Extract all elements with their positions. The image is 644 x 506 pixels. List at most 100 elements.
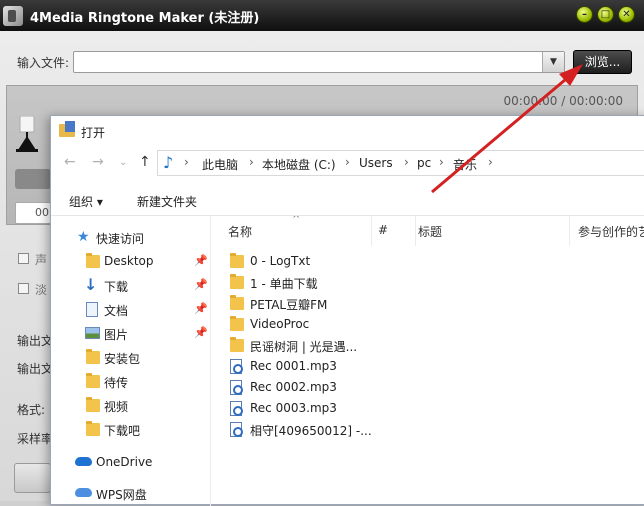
nav-item-label: 图片 (104, 328, 129, 342)
browse-button[interactable]: 浏览... (573, 50, 632, 74)
dialog-nav-bar: ← → ⌄ ↑ ♪ › 此电脑 › 本地磁盘 (C:) › Users › pc… (51, 150, 644, 178)
chevron-right-icon[interactable]: › (249, 155, 254, 169)
nav-item-quick-access[interactable]: ★ 快速访问 (51, 226, 211, 250)
file-name: 民谣树洞 | 光是遇... (250, 340, 358, 354)
pin-icon[interactable]: 📌 (194, 302, 208, 315)
folder-icon (230, 253, 244, 268)
nav-item-documents[interactable]: 文档 📌 (51, 298, 211, 322)
chevron-right-icon[interactable]: › (488, 155, 493, 169)
nav-item-pending[interactable]: 待传 (51, 370, 211, 394)
cloud-icon (75, 488, 92, 497)
app-side-field[interactable]: 00 (15, 202, 51, 224)
input-file-combo[interactable]: ▼ (73, 51, 565, 73)
file-row[interactable]: PETAL豆瓣FM (228, 293, 644, 314)
breadcrumb-pc[interactable]: pc (417, 156, 431, 170)
picture-icon (85, 327, 100, 339)
file-name: 0 - LogTxt (250, 254, 311, 268)
file-row[interactable]: 1 - 单曲下载 (228, 272, 644, 293)
app-format-label: 格式: (17, 403, 46, 417)
folder-icon (86, 349, 100, 364)
file-name: PETAL豆瓣FM (250, 298, 328, 312)
forward-arrow-icon[interactable]: → (92, 154, 104, 170)
app-checkbox-1-label: 声 (35, 253, 48, 267)
folder-icon (230, 337, 244, 352)
chevron-right-icon[interactable]: › (184, 155, 189, 169)
nav-item-label: 快速访问 (96, 232, 145, 246)
app-output-label-2: 输出文 (17, 362, 54, 376)
nav-item-xiazaiba[interactable]: 下载吧 (51, 418, 211, 442)
column-header-name[interactable]: 名称 (228, 216, 372, 246)
file-row[interactable]: Rec 0003.mp3 (228, 398, 644, 419)
pin-icon[interactable]: 📌 (194, 254, 208, 267)
file-name: Rec 0003.mp3 (250, 401, 337, 415)
breadcrumb-this-pc[interactable]: 此电脑 (202, 156, 238, 173)
download-icon: ↓ (84, 275, 98, 294)
chevron-right-icon[interactable]: › (439, 155, 444, 169)
folder-icon (86, 421, 100, 436)
maximize-button[interactable]: □ (597, 6, 614, 23)
pin-icon[interactable]: 📌 (194, 278, 208, 291)
column-header-number[interactable]: # (378, 216, 416, 246)
audio-file-icon (230, 401, 243, 416)
folder-icon (230, 274, 244, 289)
app-output-label-1: 输出文 (17, 334, 54, 348)
close-button[interactable]: ✕ (618, 6, 635, 23)
file-row[interactable]: 相守[409650012] -... (228, 419, 644, 440)
file-name: 相守[409650012] -... (250, 424, 372, 438)
column-header-title[interactable]: 标题 (418, 216, 570, 246)
file-row[interactable]: Rec 0002.mp3 (228, 377, 644, 398)
folder-icon (230, 295, 244, 310)
column-header-artist[interactable]: 参与创作的艺 (578, 216, 644, 246)
file-row[interactable]: VideoProc (228, 314, 644, 335)
file-name: 1 - 单曲下载 (250, 277, 318, 291)
document-icon (86, 302, 98, 317)
audio-file-icon (230, 380, 243, 395)
file-name: Rec 0002.mp3 (250, 380, 337, 394)
nav-item-label: 视频 (104, 400, 129, 414)
nav-item-videos[interactable]: 视频 (51, 394, 211, 418)
organize-button[interactable]: 组织 ▾ (69, 193, 103, 210)
breadcrumb-users[interactable]: Users (359, 156, 393, 170)
up-arrow-icon[interactable]: ↑ (139, 154, 151, 170)
nav-item-label: Desktop (104, 254, 154, 268)
back-arrow-icon[interactable]: ← (64, 154, 76, 170)
pin-icon[interactable]: 📌 (194, 326, 208, 339)
star-icon: ★ (77, 229, 90, 245)
nav-item-wps-cloud[interactable]: WPS网盘 (51, 482, 211, 506)
file-row[interactable]: 0 - LogTxt (228, 251, 644, 272)
file-row[interactable]: Rec 0001.mp3 (228, 356, 644, 377)
nav-item-label: 安装包 (104, 352, 141, 366)
nav-item-label: 下载吧 (104, 424, 141, 438)
breadcrumb-local-disk[interactable]: 本地磁盘 (C:) (262, 156, 336, 173)
app-logo-icon (3, 6, 23, 26)
nav-item-onedrive[interactable]: OneDrive (51, 451, 211, 475)
address-bar[interactable]: ♪ › 此电脑 › 本地磁盘 (C:) › Users › pc › 音乐 › (157, 150, 644, 176)
nav-item-installers[interactable]: 安装包 (51, 346, 211, 370)
audio-file-icon (230, 359, 243, 374)
audio-file-icon (230, 422, 243, 437)
app-checkbox-2[interactable] (18, 283, 29, 294)
folder-icon (230, 316, 244, 331)
dialog-title: 打开 (81, 126, 106, 140)
dialog-toolbar: 组织 ▾ 新建文件夹 (51, 188, 644, 216)
folder-icon (86, 373, 100, 388)
breadcrumb-music[interactable]: 音乐 (453, 156, 477, 173)
app-side-strip[interactable] (15, 169, 51, 189)
new-folder-button[interactable]: 新建文件夹 (137, 193, 197, 210)
combo-dropdown-arrow-icon[interactable]: ▼ (542, 52, 564, 72)
nav-item-pictures[interactable]: 图片 📌 (51, 322, 211, 346)
app-titlebar: 4Media Ringtone Maker (未注册) – □ ✕ (0, 0, 644, 31)
folder-icon (86, 253, 100, 268)
file-row[interactable]: 民谣树洞 | 光是遇... (228, 335, 644, 356)
app-checkbox-1[interactable] (18, 253, 29, 264)
nav-item-desktop[interactable]: Desktop 📌 (51, 250, 211, 274)
chevron-right-icon[interactable]: › (345, 155, 350, 169)
nav-item-downloads[interactable]: ↓ 下载 📌 (51, 274, 211, 298)
recent-dropdown-icon[interactable]: ⌄ (119, 157, 127, 168)
chevron-right-icon[interactable]: › (404, 155, 409, 169)
time-readout: 00:00:00 / 00:00:00 (503, 94, 623, 108)
open-dialog-icon (59, 121, 75, 137)
minimize-button[interactable]: – (576, 6, 593, 23)
input-file-label: 输入文件: (17, 56, 70, 70)
app-bottom-button[interactable] (14, 463, 51, 493)
